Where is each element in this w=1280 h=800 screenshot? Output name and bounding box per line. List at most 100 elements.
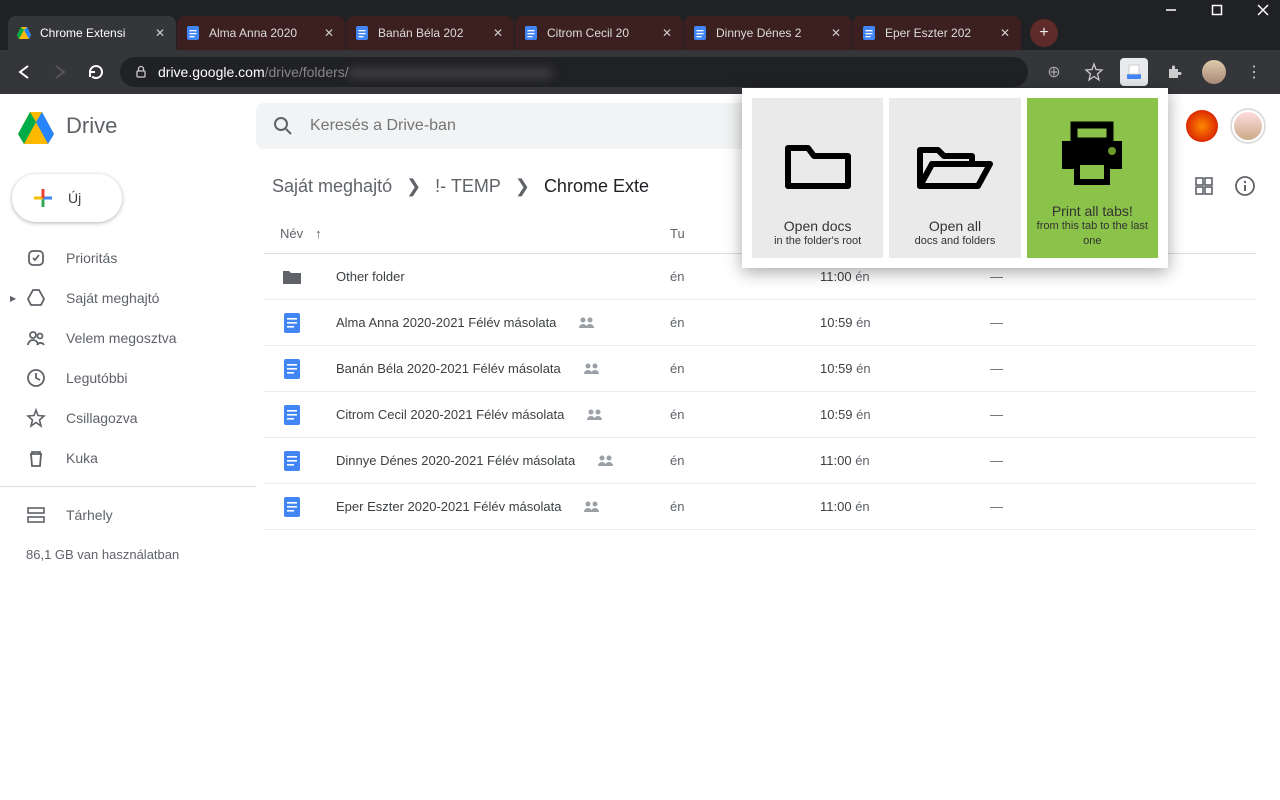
- breadcrumb-item[interactable]: !- TEMP: [435, 176, 501, 197]
- folder-open-icon: [912, 108, 998, 218]
- search-icon: [272, 115, 294, 137]
- ext-card-title: Print all tabs!: [1052, 203, 1133, 219]
- tab-close-button[interactable]: ✕: [997, 25, 1013, 41]
- folder-icon: [280, 265, 304, 289]
- sort-arrow-up-icon[interactable]: ↑: [315, 226, 322, 241]
- extensions-puzzle-icon[interactable]: [1160, 58, 1188, 86]
- file-row[interactable]: Citrom Cecil 2020-2021 Félév másolataén1…: [264, 392, 1256, 438]
- browser-tab[interactable]: Eper Eszter 202✕: [853, 16, 1021, 50]
- column-owner-label[interactable]: Tu: [670, 226, 685, 241]
- tab-close-button[interactable]: ✕: [490, 25, 506, 41]
- new-button[interactable]: Új: [12, 174, 122, 222]
- sidebar-item[interactable]: Saját meghajtó: [0, 278, 256, 318]
- shared-icon: [583, 500, 601, 514]
- profile-avatar[interactable]: [1200, 58, 1228, 86]
- new-tab-button[interactable]: +: [1030, 19, 1058, 47]
- docs-favicon-icon: [523, 25, 539, 41]
- shared-icon: [583, 362, 601, 376]
- file-row[interactable]: Alma Anna 2020-2021 Félév másolataén10:5…: [264, 300, 1256, 346]
- file-row[interactable]: Banán Béla 2020-2021 Félév másolataén10:…: [264, 346, 1256, 392]
- window-maximize-button[interactable]: [1210, 3, 1224, 17]
- sidebar-item-label: Csillagozva: [66, 410, 138, 426]
- tab-close-button[interactable]: ✕: [152, 25, 168, 41]
- priority-icon: [26, 248, 46, 268]
- sidebar-item-label: Velem megosztva: [66, 330, 177, 346]
- back-button[interactable]: [12, 60, 36, 84]
- mydrive-icon: [26, 288, 46, 308]
- window-minimize-button[interactable]: [1164, 3, 1178, 17]
- doc-icon: [280, 311, 304, 335]
- tab-title: Chrome Extensi: [40, 26, 152, 40]
- file-row[interactable]: Eper Eszter 2020-2021 Félév másolataén11…: [264, 484, 1256, 530]
- file-name: Other folder: [336, 269, 405, 284]
- file-name: Alma Anna 2020-2021 Félév másolata: [336, 315, 556, 330]
- new-button-label: Új: [68, 190, 81, 206]
- tab-close-button[interactable]: ✕: [321, 25, 337, 41]
- tab-title: Dinnye Dénes 2: [716, 26, 828, 40]
- tab-close-button[interactable]: ✕: [659, 25, 675, 41]
- doc-icon: [280, 357, 304, 381]
- extension-popup: Open docs in the folder's root Open all …: [742, 88, 1168, 268]
- window-close-button[interactable]: [1256, 3, 1270, 17]
- sidebar-item[interactable]: Velem megosztva: [0, 318, 256, 358]
- storage-used-text: 86,1 GB van használatban: [0, 535, 256, 562]
- sidebar-item[interactable]: Csillagozva: [0, 398, 256, 438]
- tab-title: Banán Béla 202: [378, 26, 490, 40]
- browser-tab[interactable]: Chrome Extensi✕: [8, 16, 176, 50]
- bookmark-star-icon[interactable]: [1080, 58, 1108, 86]
- browser-tab[interactable]: Banán Béla 202✕: [346, 16, 514, 50]
- zoom-add-icon[interactable]: ⊕: [1040, 58, 1068, 86]
- file-name: Citrom Cecil 2020-2021 Félév másolata: [336, 407, 564, 422]
- ext-card-title: Open all: [929, 218, 981, 234]
- extension-drive-icon[interactable]: [1120, 58, 1148, 86]
- file-modified: 11:00 én: [820, 453, 990, 468]
- doc-icon: [280, 403, 304, 427]
- file-name: Banán Béla 2020-2021 Félév másolata: [336, 361, 561, 376]
- browser-tab[interactable]: Citrom Cecil 20✕: [515, 16, 683, 50]
- chevron-right-icon: ❯: [515, 176, 530, 197]
- file-modified: 10:59 én: [820, 361, 990, 376]
- account-avatar[interactable]: [1232, 110, 1264, 142]
- drive-triangle-icon: [16, 106, 56, 146]
- tab-strip: Chrome Extensi✕Alma Anna 2020✕Banán Béla…: [0, 15, 1280, 50]
- file-row[interactable]: Dinnye Dénes 2020-2021 Félév másolataén1…: [264, 438, 1256, 484]
- app-icon-1[interactable]: [1186, 110, 1218, 142]
- ext-card-open-all[interactable]: Open all docs and folders: [889, 98, 1020, 258]
- sidebar-item[interactable]: Prioritás: [0, 238, 256, 278]
- column-name-label[interactable]: Név: [280, 226, 303, 241]
- docs-favicon-icon: [861, 25, 877, 41]
- docs-favicon-icon: [185, 25, 201, 41]
- drive-favicon-icon: [16, 25, 32, 41]
- info-icon[interactable]: [1234, 175, 1256, 197]
- omnibox[interactable]: drive.google.com/drive/folders/xxxxxxxxx…: [120, 57, 1028, 87]
- file-list: Other folderén11:00 én—Alma Anna 2020-20…: [264, 254, 1256, 530]
- file-modified: 11:00 én: [820, 269, 990, 284]
- drive-product-name: Drive: [66, 113, 117, 139]
- drive-app: Drive Új PrioritásSaját meghajtóVelem me…: [0, 94, 1280, 800]
- sidebar-item[interactable]: Kuka: [0, 438, 256, 478]
- trash-icon: [26, 448, 46, 468]
- reload-button[interactable]: [84, 60, 108, 84]
- drive-logo[interactable]: Drive: [16, 106, 248, 146]
- chrome-menu-button[interactable]: ⋮: [1240, 58, 1268, 86]
- ext-card-print-all[interactable]: Print all tabs! from this tab to the las…: [1027, 98, 1158, 258]
- forward-button[interactable]: [48, 60, 72, 84]
- ext-card-open-docs[interactable]: Open docs in the folder's root: [752, 98, 883, 258]
- grid-view-icon[interactable]: [1194, 176, 1214, 196]
- recent-icon: [26, 368, 46, 388]
- file-size: —: [990, 453, 1050, 468]
- file-name: Eper Eszter 2020-2021 Félév másolata: [336, 499, 561, 514]
- folder-icon: [778, 108, 858, 218]
- file-owner: én: [670, 407, 820, 422]
- tab-title: Alma Anna 2020: [209, 26, 321, 40]
- file-owner: én: [670, 315, 820, 330]
- file-owner: én: [670, 499, 820, 514]
- browser-tab[interactable]: Dinnye Dénes 2✕: [684, 16, 852, 50]
- browser-tab[interactable]: Alma Anna 2020✕: [177, 16, 345, 50]
- breadcrumb-item[interactable]: Saját meghajtó: [272, 176, 392, 197]
- tab-close-button[interactable]: ✕: [828, 25, 844, 41]
- ext-card-sub: docs and folders: [915, 234, 996, 248]
- breadcrumb-item-current[interactable]: Chrome Exte: [544, 176, 649, 197]
- sidebar-item-storage[interactable]: Tárhely: [0, 495, 256, 535]
- sidebar-item[interactable]: Legutóbbi: [0, 358, 256, 398]
